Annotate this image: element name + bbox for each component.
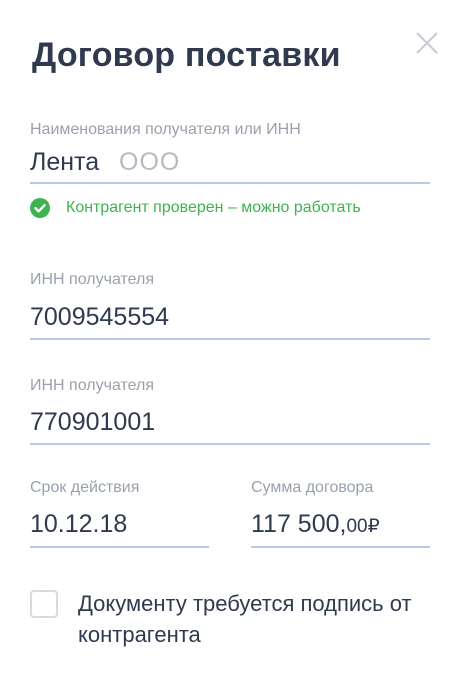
amount-value: 117 500, — [251, 510, 347, 538]
verification-status: Контрагент проверен – можно работать — [30, 198, 361, 218]
close-icon[interactable] — [414, 30, 440, 56]
kpp-underline — [30, 443, 430, 445]
signature-label[interactable]: Документу требуется подпись от контраген… — [78, 588, 448, 650]
amount-cents: 00 — [346, 516, 368, 537]
verification-text: Контрагент проверен – можно работать — [66, 199, 361, 216]
recipient-label: Наименования получателя или ИНН — [30, 121, 301, 138]
amount-underline — [251, 546, 430, 548]
inn-input[interactable]: 7009545554 — [30, 303, 169, 332]
amount-input[interactable]: 117 500,00₽ — [251, 510, 380, 539]
amount-label: Сумма договора — [251, 479, 374, 496]
inn-label: ИНН получателя — [30, 271, 154, 288]
currency-symbol: ₽ — [367, 516, 380, 537]
kpp-label: ИНН получателя — [30, 377, 154, 394]
dialog-title: Договор поставки — [32, 36, 341, 74]
term-underline — [30, 546, 209, 548]
kpp-input[interactable]: 770901001 — [30, 408, 155, 437]
signature-checkbox[interactable] — [30, 590, 58, 618]
recipient-underline — [30, 182, 430, 184]
recipient-name[interactable]: Лента — [30, 148, 99, 177]
check-circle-icon — [30, 198, 50, 218]
recipient-suffix: ООО — [119, 148, 181, 176]
term-label: Срок действия — [30, 479, 140, 496]
term-input[interactable]: 10.12.18 — [30, 510, 127, 539]
inn-underline — [30, 338, 430, 340]
